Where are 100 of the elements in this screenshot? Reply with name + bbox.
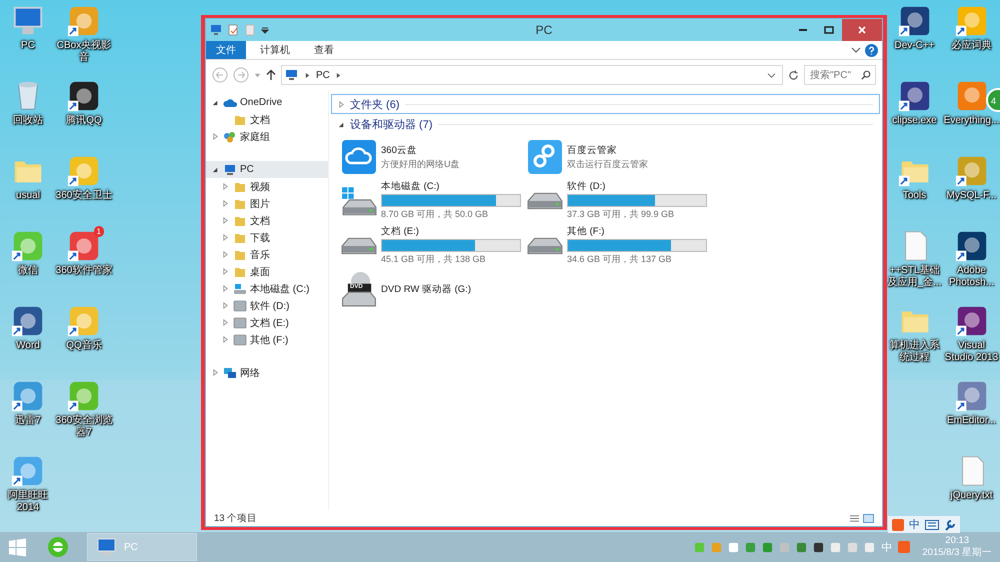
free-space-text: 34.6 GB 可用，共 137 GB: [567, 253, 673, 266]
icon-label: MySQL-F...: [945, 190, 998, 202]
app-icon[interactable]: [11, 304, 45, 338]
hard-drive-icon[interactable]: [527, 192, 563, 210]
browser-icon[interactable]: [47, 536, 69, 558]
icon-label: Everything...: [943, 115, 1000, 127]
properties-icon[interactable]: [227, 24, 239, 36]
hard-drive-icon[interactable]: [527, 236, 563, 254]
help-icon[interactable]: [865, 44, 878, 56]
computer-icon: [285, 69, 299, 81]
icon-label: Adobe Photosh...: [948, 265, 996, 289]
icon-label: 360安全浏览器7: [56, 415, 112, 439]
homegroup-icon: [223, 130, 237, 142]
icon-label: CBox央视影音: [56, 40, 112, 64]
cloud-icon[interactable]: [341, 139, 377, 175]
drive-name[interactable]: 本地磁盘 (C:): [381, 180, 527, 193]
tree-item[interactable]: 音乐: [206, 246, 328, 263]
chevron-icon[interactable]: [305, 72, 310, 78]
icon-label: ++STL基础及应用_金...: [886, 265, 942, 289]
address-segment[interactable]: PC: [316, 70, 330, 80]
icon-label: Word: [15, 340, 41, 352]
app-icon[interactable]: 1: [67, 229, 101, 263]
wrench-icon[interactable]: [944, 518, 956, 530]
expand-ribbon-icon[interactable]: [851, 46, 861, 54]
free-space-text: 45.1 GB 可用，共 138 GB: [381, 253, 487, 266]
icon-label: EmEditor...: [946, 415, 997, 427]
dropdown-icon[interactable]: [767, 72, 776, 78]
group-header[interactable]: 文件夹 (6): [331, 94, 880, 114]
tree-item[interactable]: 下载: [206, 229, 328, 246]
dropdown-icon[interactable]: [261, 26, 269, 34]
close-button[interactable]: [842, 19, 882, 41]
drive-name[interactable]: DVD RW 驱动器 (G:): [381, 282, 527, 296]
sogou-icon[interactable]: [898, 541, 910, 553]
tree-item[interactable]: 网络: [206, 364, 328, 381]
details-view-icon[interactable]: [849, 514, 860, 522]
computer-icon: [96, 538, 118, 556]
folder-icon: [233, 232, 247, 244]
search-field[interactable]: 搜索"PC": [804, 65, 876, 85]
ribbon-tab[interactable]: 计算机: [250, 41, 300, 59]
folder-icon: [233, 198, 247, 210]
ribbon-tab[interactable]: 查看: [304, 41, 344, 59]
back-button[interactable]: [212, 67, 228, 83]
input-mode-label[interactable]: 中: [909, 517, 920, 532]
folder-icon: [233, 248, 247, 260]
search-icon[interactable]: [861, 70, 871, 80]
hard-drive-icon: [233, 334, 247, 346]
tree-item[interactable]: OneDrive: [206, 94, 328, 111]
up-arrow-icon[interactable]: [266, 69, 276, 81]
tree-item[interactable]: 图片: [206, 195, 328, 212]
app-icon[interactable]: [898, 4, 932, 38]
tree-item[interactable]: 文档 (E:): [206, 314, 328, 331]
tree-item[interactable]: 软件 (D:): [206, 297, 328, 314]
drive-name[interactable]: 文档 (E:): [381, 225, 527, 238]
sogou-icon[interactable]: [892, 518, 904, 530]
computer-icon: [223, 164, 237, 176]
tiles-view-icon[interactable]: [863, 514, 874, 522]
icon-label: 360安全卫士: [56, 190, 112, 202]
drive-name[interactable]: 其他 (F:): [567, 225, 713, 238]
refresh-icon[interactable]: [788, 70, 799, 80]
folder-icon: [233, 214, 247, 226]
app-icon[interactable]: [954, 229, 988, 263]
tree-item[interactable]: 家庭组: [206, 128, 328, 145]
expander-icon[interactable]: [338, 120, 345, 128]
folder-icon: [233, 114, 247, 126]
folder-icon: [233, 180, 247, 192]
item-count: 13 个项目: [214, 512, 258, 524]
hard-drive-icon[interactable]: [341, 236, 377, 254]
free-space-text: 8.70 GB 可用，共 50.0 GB: [381, 208, 490, 221]
tree-item[interactable]: 文档: [206, 111, 328, 128]
forward-button[interactable]: [233, 67, 249, 83]
start-button[interactable]: [8, 538, 27, 556]
icon-label: 阿里旺旺2014: [7, 490, 49, 514]
keyboard-icon[interactable]: [925, 520, 939, 530]
tree-item[interactable]: 本地磁盘 (C:): [206, 280, 328, 297]
icon-label: jQuery.txt: [949, 490, 994, 502]
drive-name[interactable]: 百度云管家: [567, 144, 713, 156]
icon-label: QQ音乐: [65, 340, 103, 352]
drive-description: 方便好用的网络U盘: [381, 158, 460, 170]
hard-drive-icon[interactable]: [341, 186, 377, 216]
icon-label: Dev-C++: [893, 40, 936, 52]
icon-label: 微信: [17, 265, 39, 277]
app-icon[interactable]: [67, 79, 101, 113]
dvd-drive-icon[interactable]: [341, 271, 377, 307]
tree-item[interactable]: 桌面: [206, 263, 328, 280]
tree-item[interactable]: 视频: [206, 178, 328, 195]
ribbon-tab[interactable]: 文件: [206, 41, 246, 59]
group-header[interactable]: 设备和驱动器 (7): [331, 114, 880, 134]
tree-item[interactable]: 文档: [206, 212, 328, 229]
tree-item[interactable]: 其他 (F:): [206, 331, 328, 348]
chevron-icon[interactable]: [336, 72, 341, 78]
tree-item[interactable]: PC: [206, 161, 328, 178]
close-icon: [857, 25, 867, 35]
tray-icon[interactable]: [813, 542, 824, 552]
app-icon[interactable]: [954, 304, 988, 338]
expander-icon[interactable]: [212, 166, 219, 173]
app-icon[interactable]: [898, 79, 932, 113]
minimize-icon: [799, 29, 807, 31]
expander-icon[interactable]: [212, 99, 219, 106]
drive-name[interactable]: 软件 (D:): [567, 180, 713, 193]
drive-name[interactable]: 360云盘: [381, 144, 527, 156]
